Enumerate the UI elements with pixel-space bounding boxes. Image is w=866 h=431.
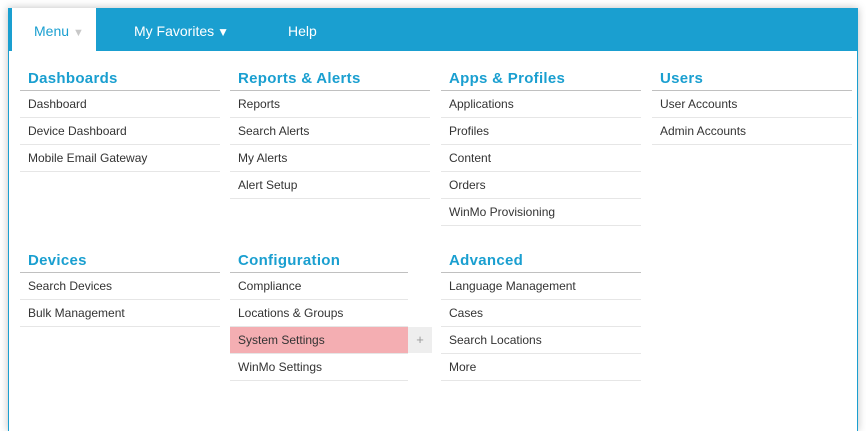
my-favorites-tab[interactable]: My Favorites ▼ [134, 8, 229, 51]
menu-item-winmo-provisioning[interactable]: WinMo Provisioning [441, 199, 641, 226]
menu-item-content[interactable]: Content [441, 145, 641, 172]
menu-item-language-management[interactable]: Language Management [441, 273, 641, 300]
menu-item-reports[interactable]: Reports [230, 91, 430, 118]
menu-item-label: System Settings [238, 333, 325, 347]
section-heading: Apps & Profiles [441, 70, 641, 91]
section-heading: Users [652, 70, 852, 91]
section-users: Users User Accounts Admin Accounts [652, 70, 852, 145]
section-configuration: Configuration Compliance Locations & Gro… [230, 252, 432, 381]
menu-item-compliance[interactable]: Compliance [230, 273, 408, 300]
menu-item-dashboard[interactable]: Dashboard [20, 91, 220, 118]
menu-item-mobile-email-gateway[interactable]: Mobile Email Gateway [20, 145, 220, 172]
section-heading: Devices [20, 252, 220, 273]
menu-label: Menu [34, 23, 70, 39]
plus-icon[interactable]: + [408, 327, 432, 353]
menu-item-profiles[interactable]: Profiles [441, 118, 641, 145]
help-tab[interactable]: Help [288, 8, 317, 51]
section-heading: Configuration [230, 252, 408, 273]
section-advanced: Advanced Language Management Cases Searc… [441, 252, 641, 381]
menu-item-applications[interactable]: Applications [441, 91, 641, 118]
favorites-label: My Favorites [134, 23, 215, 39]
section-heading: Advanced [441, 252, 641, 273]
menu-item-more[interactable]: More [441, 354, 641, 381]
menu-item-my-alerts[interactable]: My Alerts [230, 145, 430, 172]
menu-item-cases[interactable]: Cases [441, 300, 641, 327]
menu-item-winmo-settings[interactable]: WinMo Settings [230, 354, 408, 381]
menu-item-system-settings[interactable]: System Settings + [230, 327, 432, 354]
chevron-down-icon: ▼ [73, 27, 84, 39]
chevron-down-icon: ▼ [217, 25, 230, 39]
app-frame: Menu ▼ My Favorites ▼ Help Dashboards Dash… [8, 8, 858, 431]
top-navbar: Menu ▼ My Favorites ▼ Help [9, 8, 857, 51]
menu-tab[interactable]: Menu ▼ [12, 8, 96, 51]
section-reports-alerts: Reports & Alerts Reports Search Alerts M… [230, 70, 430, 199]
menu-item-bulk-management[interactable]: Bulk Management [20, 300, 220, 327]
section-devices: Devices Search Devices Bulk Management [20, 252, 220, 327]
menu-item-device-dashboard[interactable]: Device Dashboard [20, 118, 220, 145]
menu-item-search-locations[interactable]: Search Locations [441, 327, 641, 354]
menu-item-admin-accounts[interactable]: Admin Accounts [652, 118, 852, 145]
section-dashboards: Dashboards Dashboard Device Dashboard Mo… [20, 70, 220, 172]
menu-item-locations-groups[interactable]: Locations & Groups [230, 300, 408, 327]
menu-item-alert-setup[interactable]: Alert Setup [230, 172, 430, 199]
section-apps-profiles: Apps & Profiles Applications Profiles Co… [441, 70, 641, 226]
menu-item-search-devices[interactable]: Search Devices [20, 273, 220, 300]
section-heading: Dashboards [20, 70, 220, 91]
section-heading: Reports & Alerts [230, 70, 430, 91]
menu-item-search-alerts[interactable]: Search Alerts [230, 118, 430, 145]
menu-item-user-accounts[interactable]: User Accounts [652, 91, 852, 118]
menu-item-orders[interactable]: Orders [441, 172, 641, 199]
